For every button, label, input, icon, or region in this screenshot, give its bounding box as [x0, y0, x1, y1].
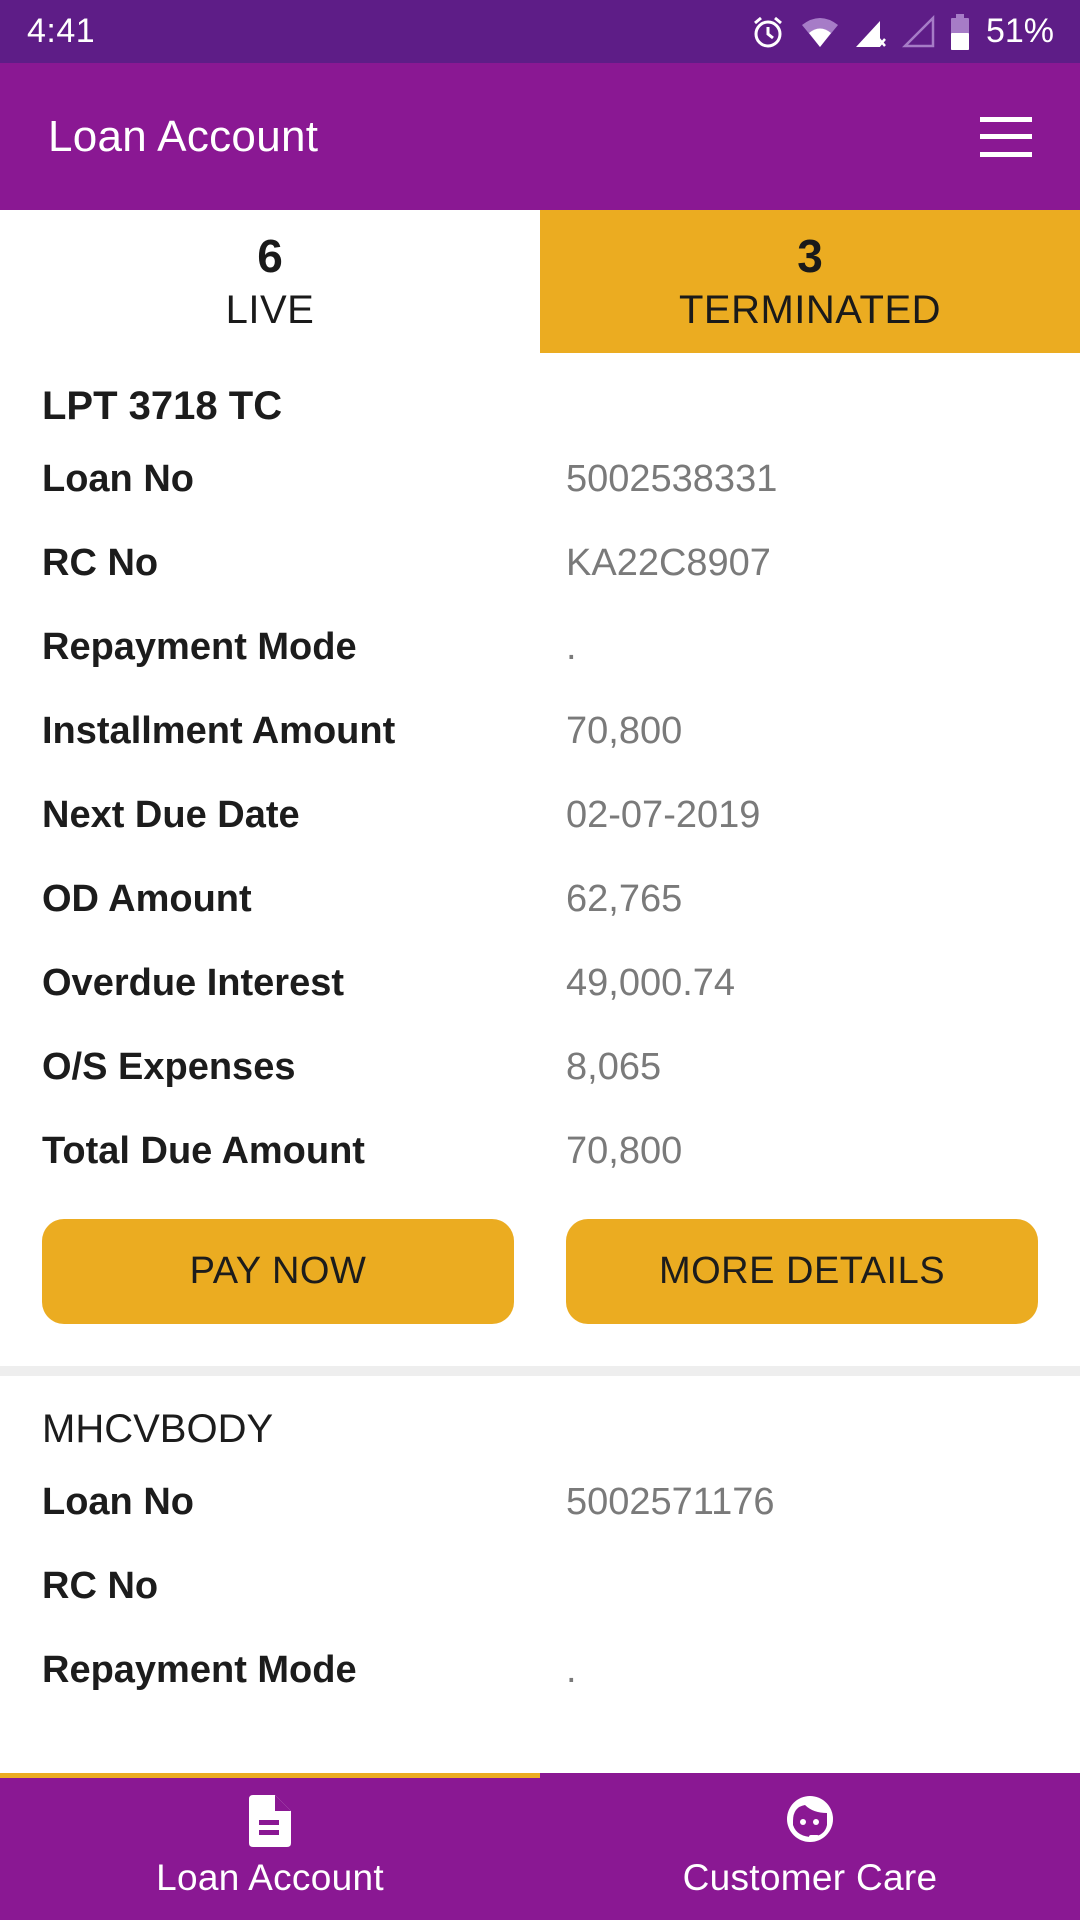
action-buttons: PAY NOW MORE DETAILS: [42, 1193, 1038, 1366]
signal-empty-icon: [901, 14, 936, 49]
alarm-icon: [750, 14, 786, 50]
field-value: 02-07-2019: [566, 793, 761, 836]
menu-line: [980, 116, 1032, 122]
loan-card: MHCVBODY Loan No 5002571176 RC No Repaym…: [0, 1376, 1080, 1712]
signal-no-data-icon: [854, 15, 888, 49]
tab-label: TERMINATED: [678, 287, 942, 332]
nav-label: Loan Account: [156, 1857, 384, 1898]
field-row: Loan No 5002571176: [42, 1460, 1038, 1544]
document-icon: [249, 1795, 291, 1847]
field-label: OD Amount: [42, 877, 252, 920]
field-row: Overdue Interest 49,000.74: [42, 941, 1038, 1025]
field-value: 8,065: [566, 1045, 662, 1088]
bottom-nav: Loan Account Customer Care: [0, 1773, 1080, 1920]
field-value: .: [566, 1648, 577, 1691]
loan-status-tabs: 6 LIVE 3 TERMINATED: [0, 210, 1080, 353]
tab-live[interactable]: 6 LIVE: [0, 210, 540, 353]
active-nav-indicator: [0, 1773, 540, 1778]
loan-card: LPT 3718 TC Loan No 5002538331 RC No KA2…: [0, 353, 1080, 1366]
nav-loan-account[interactable]: Loan Account: [0, 1773, 540, 1920]
field-row: Loan No 5002538331: [42, 437, 1038, 521]
field-label: Repayment Mode: [42, 625, 357, 668]
status-bar: 4:41 51%: [0, 0, 1080, 63]
field-value: 70,800: [566, 1129, 683, 1172]
tab-count: 3: [797, 229, 823, 282]
field-value: 49,000.74: [566, 961, 736, 1004]
field-label: Loan No: [42, 457, 194, 500]
field-row: Total Due Amount 70,800: [42, 1109, 1038, 1193]
menu-line: [980, 134, 1032, 139]
menu-line: [980, 151, 1032, 157]
field-label: Total Due Amount: [42, 1129, 365, 1172]
battery-percent: 51%: [985, 12, 1054, 50]
field-label: Repayment Mode: [42, 1648, 357, 1691]
status-time: 4:41: [27, 12, 96, 50]
field-row: Repayment Mode .: [42, 605, 1038, 689]
customer-support-icon: [783, 1795, 837, 1847]
loan-title: MHCVBODY: [42, 1406, 274, 1451]
field-row: Next Due Date 02-07-2019: [42, 773, 1038, 857]
page-title: Loan Account: [48, 111, 319, 161]
field-label: RC No: [42, 541, 159, 584]
tab-count: 6: [257, 229, 283, 282]
field-row: RC No KA22C8907: [42, 521, 1038, 605]
battery-icon: [950, 13, 970, 50]
field-label: RC No: [42, 1564, 159, 1607]
field-label: Loan No: [42, 1480, 194, 1523]
app-bar: Loan Account: [0, 63, 1080, 210]
pay-now-button[interactable]: PAY NOW: [42, 1219, 514, 1324]
nav-label: Customer Care: [682, 1857, 938, 1898]
status-icons: 51%: [750, 12, 1054, 51]
field-label: Installment Amount: [42, 709, 396, 752]
field-row: RC No: [42, 1544, 1038, 1628]
wifi-icon: [800, 15, 840, 49]
field-value: KA22C8907: [566, 541, 771, 584]
more-details-button[interactable]: MORE DETAILS: [566, 1219, 1038, 1324]
card-divider: [0, 1366, 1080, 1376]
field-label: Overdue Interest: [42, 961, 344, 1004]
field-row: Installment Amount 70,800: [42, 689, 1038, 773]
tab-label: LIVE: [225, 287, 315, 332]
loan-list[interactable]: LPT 3718 TC Loan No 5002538331 RC No KA2…: [0, 353, 1080, 1773]
field-row: Repayment Mode .: [42, 1628, 1038, 1712]
field-value: 5002538331: [566, 457, 778, 500]
tab-terminated[interactable]: 3 TERMINATED: [540, 210, 1080, 353]
field-value: 62,765: [566, 877, 683, 920]
field-row: OD Amount 62,765: [42, 857, 1038, 941]
field-label: O/S Expenses: [42, 1045, 296, 1088]
field-value: 70,800: [566, 709, 683, 752]
field-value: 5002571176: [566, 1480, 775, 1523]
field-row: O/S Expenses 8,065: [42, 1025, 1038, 1109]
hamburger-menu-icon[interactable]: [980, 116, 1032, 157]
loan-title: LPT 3718 TC: [42, 383, 283, 428]
field-value: .: [566, 625, 577, 668]
field-label: Next Due Date: [42, 793, 300, 836]
nav-customer-care[interactable]: Customer Care: [540, 1773, 1080, 1920]
